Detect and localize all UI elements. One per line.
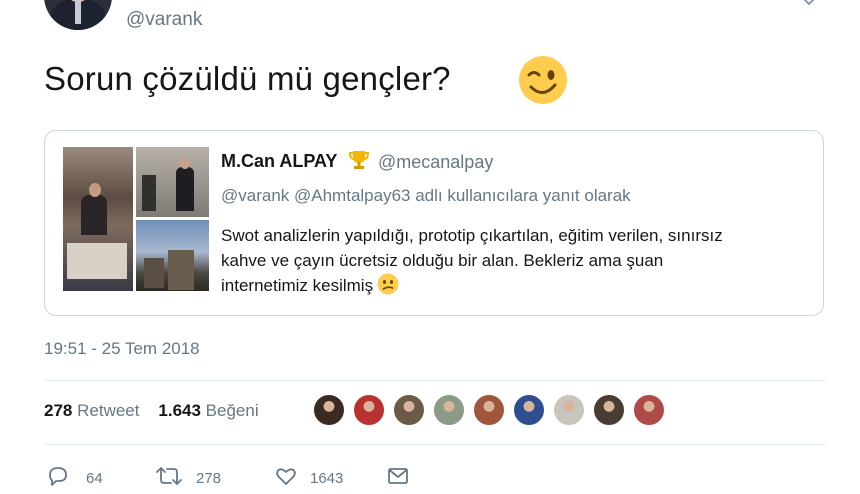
like-action-count: 1643 (310, 470, 344, 487)
tweet-stats: 278 Retweet 1.643 Beğeni (44, 401, 259, 421)
heart-icon (276, 468, 296, 485)
author-handle[interactable]: @varank (126, 9, 202, 31)
quoted-text-last-line: internetimiz kesilmiş (221, 273, 811, 298)
quoted-tweet[interactable]: M.Can ALPAY @mecanalpay @varank @Ahmtalp… (44, 130, 824, 316)
like-label: Beğeni (205, 401, 259, 420)
divider (44, 380, 826, 381)
liker-avatar[interactable] (472, 393, 506, 427)
retweet-label: Retweet (77, 401, 140, 420)
quoted-text-line: Swot analizlerin yapıldığı, prototip çık… (221, 226, 723, 245)
retweet-stat[interactable]: 278 Retweet (44, 401, 139, 420)
liker-avatar[interactable] (552, 393, 586, 427)
quoted-author-handle[interactable]: @mecanalpay (378, 152, 493, 173)
liker-avatar[interactable] (392, 393, 426, 427)
liker-avatar[interactable] (432, 393, 466, 427)
quoted-tweet-text: Swot analizlerin yapıldığı, prototip çık… (221, 223, 811, 298)
liker-avatar[interactable] (632, 393, 666, 427)
liker-avatar[interactable] (512, 393, 546, 427)
retweet-action-count: 278 (196, 470, 222, 487)
winking-face-emoji (519, 56, 567, 104)
like-stat[interactable]: 1.643 Beğeni (158, 401, 258, 420)
divider (44, 444, 826, 445)
trophy-emoji (348, 151, 370, 169)
chevron-down-icon[interactable] (800, 0, 818, 10)
reply-icon (49, 467, 67, 486)
photo-2[interactable] (136, 147, 209, 217)
retweet-count: 278 (44, 401, 73, 420)
quoted-text-line: kahve ve çayın ücretsiz olduğu bir alan.… (221, 251, 664, 270)
reply-context: @varank @Ahmtalpay63 adlı kullanıcılara … (221, 186, 631, 205)
retweet-icon (156, 467, 182, 485)
liker-avatar[interactable] (352, 393, 386, 427)
like-count: 1.643 (158, 401, 201, 420)
quoted-tweet-photos[interactable] (63, 147, 209, 291)
reply-count: 64 (86, 470, 103, 487)
envelope-icon (388, 468, 408, 484)
photo-1[interactable] (63, 147, 133, 291)
photo-3[interactable] (136, 220, 209, 291)
confused-face-emoji (377, 273, 399, 295)
liker-avatar[interactable] (592, 393, 626, 427)
tweet-text: Sorun çözüldü mü gençler? (44, 60, 451, 97)
quoted-text-line: internetimiz kesilmiş (221, 276, 374, 295)
quoted-author-name[interactable]: M.Can ALPAY (221, 151, 337, 172)
liker-avatar[interactable] (312, 393, 346, 427)
author-avatar[interactable] (44, 0, 112, 30)
tweet-timestamp[interactable]: 19:51 - 25 Tem 2018 (44, 339, 200, 359)
